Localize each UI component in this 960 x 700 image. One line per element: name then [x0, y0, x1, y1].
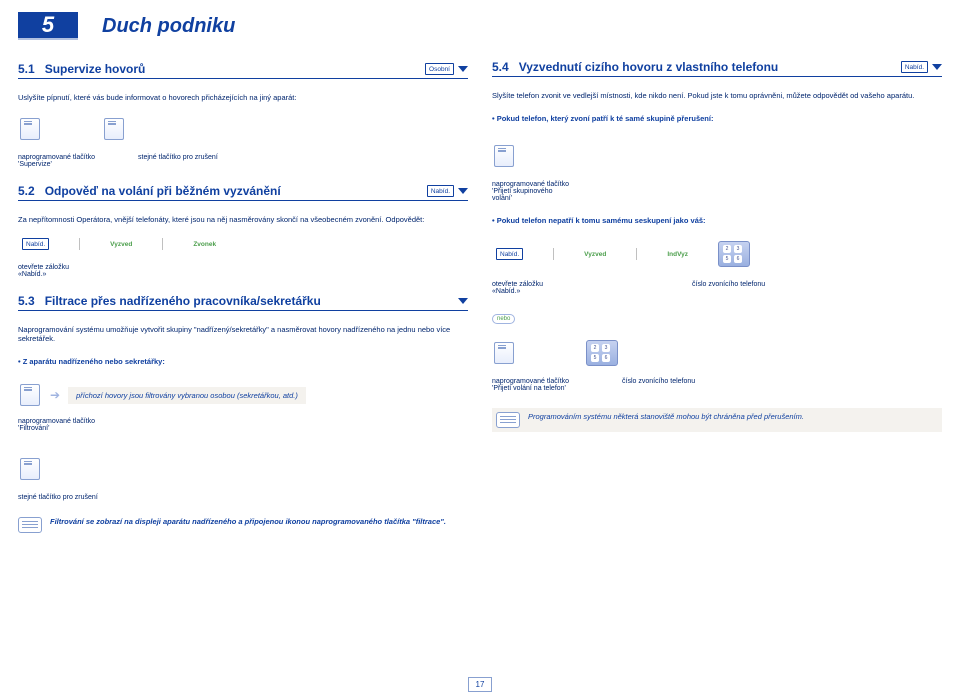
note-text: Programováním systému některá stanoviště…	[528, 412, 938, 421]
tag-nabid: Nabíd.	[427, 185, 454, 197]
programmable-key-icon	[494, 145, 514, 167]
section-number: 5.4	[492, 60, 509, 74]
tab-vyzved: Vyzved	[110, 241, 132, 248]
key-caption-filtrovani: naprogramované tlačítko 'Filtrování'	[18, 418, 98, 432]
note-icon	[18, 517, 42, 533]
section-5-2-desc: Za nepřítomnosti Operátora, vnější telef…	[18, 215, 468, 224]
arrow-icon: ➔	[50, 388, 60, 402]
section-5-3-desc: Naprogramování systému umožňuje vytvořit…	[18, 325, 468, 343]
programmable-key-icon	[20, 118, 40, 140]
dial-pad-icon: 2356	[586, 340, 618, 366]
programmable-key-icon	[494, 342, 514, 364]
tab-vyzved: Vyzved	[584, 251, 606, 258]
section-5-1-header: 5.1 Supervize hovorů Osobní	[18, 62, 468, 79]
bullet-5-4b: • Pokud telefon nepatří k tomu samému se…	[492, 216, 942, 225]
tab-row-5-2: Nabíd. Vyzved Zvonek	[18, 238, 468, 250]
caption-ringing-number: číslo zvonícího telefonu	[622, 378, 695, 385]
chevron-down-icon	[932, 64, 942, 70]
chapter-header: 5 Duch podniku	[18, 12, 468, 40]
left-column: 5 Duch podniku 5.1 Supervize hovorů Osob…	[18, 12, 468, 533]
section-number: 5.3	[18, 294, 35, 308]
key-caption-group-pickup: naprogramované tlačítko 'Přijetí skupino…	[492, 181, 572, 202]
section-title: Odpověď na volání při běžném vyzvánění	[45, 184, 423, 198]
section-title: Vyzvednutí cizího hovoru z vlastního tel…	[519, 60, 897, 74]
key-caption-pickup-phone: naprogramované tlačítko 'Přijetí volání …	[492, 378, 572, 392]
tag-nabid: Nabíd.	[901, 61, 928, 73]
dial-pad-icon: 2356	[718, 241, 750, 267]
caption-open-nabid: otevřete záložku «Nabíd.»	[18, 264, 98, 278]
chevron-down-icon	[458, 66, 468, 72]
tab-zvonek: Zvonek	[193, 241, 216, 248]
note-5-4: Programováním systému některá stanoviště…	[492, 408, 942, 432]
programmable-key-icon	[104, 118, 124, 140]
chevron-down-icon	[458, 298, 468, 304]
tab-row-5-4: Nabíd. Vyzved IndVyz 2356	[492, 241, 942, 267]
tab-nabid: Nabíd.	[22, 238, 49, 250]
chapter-number: 5	[18, 12, 78, 40]
section-5-4-header: 5.4 Vyzvednutí cizího hovoru z vlastního…	[492, 60, 942, 77]
bullet-5-3: • Z aparátu nadřízeného nebo sekretářky:	[18, 357, 468, 366]
section-5-1-desc: Uslyšíte pípnutí, které vás bude informo…	[18, 93, 468, 102]
nebo-pill: nebo	[492, 314, 515, 324]
section-5-2-header: 5.2 Odpověď na volání při běžném vyzváně…	[18, 184, 468, 201]
section-title: Supervize hovorů	[45, 62, 421, 76]
section-5-3-header: 5.3 Filtrace přes nadřízeného pracovníka…	[18, 294, 468, 311]
filter-result-box: příchozí hovory jsou filtrovány vybranou…	[68, 387, 306, 404]
section-5-4-desc: Slyšíte telefon zvonit ve vedlejší místn…	[492, 91, 942, 100]
right-column: 5.4 Vyzvednutí cizího hovoru z vlastního…	[492, 12, 942, 533]
caption-open-nabid: otevřete záložku «Nabíd.»	[492, 281, 572, 295]
caption-ringing-number: číslo zvonícího telefonu	[692, 281, 765, 288]
tag-osobni: Osobní	[425, 63, 454, 75]
key-caption-cancel: stejné tlačítko pro zrušení	[18, 494, 98, 501]
programmable-key-icon	[20, 384, 40, 406]
section-number: 5.2	[18, 184, 35, 198]
tab-nabid: Nabíd.	[496, 248, 523, 260]
bullet-5-4a: • Pokud telefon, který zvoní patří k té …	[492, 114, 942, 123]
section-title: Filtrace přes nadřízeného pracovníka/sek…	[45, 294, 454, 308]
note-icon	[496, 412, 520, 428]
programmable-key-icon	[20, 458, 40, 480]
key-row-5-1	[18, 116, 468, 144]
section-number: 5.1	[18, 62, 35, 76]
chevron-down-icon	[458, 188, 468, 194]
key-caption-cancel: stejné tlačítko pro zrušení	[138, 154, 218, 161]
page-number: 17	[468, 677, 492, 692]
note-5-3: Filtrování se zobrazí na displeji aparát…	[18, 517, 468, 533]
chapter-title: Duch podniku	[102, 15, 235, 38]
key-caption-supervize: naprogramované tlačítko 'Supervize'	[18, 154, 98, 168]
tab-indvyz: IndVyz	[667, 251, 688, 258]
note-text: Filtrování se zobrazí na displeji aparát…	[50, 517, 468, 526]
